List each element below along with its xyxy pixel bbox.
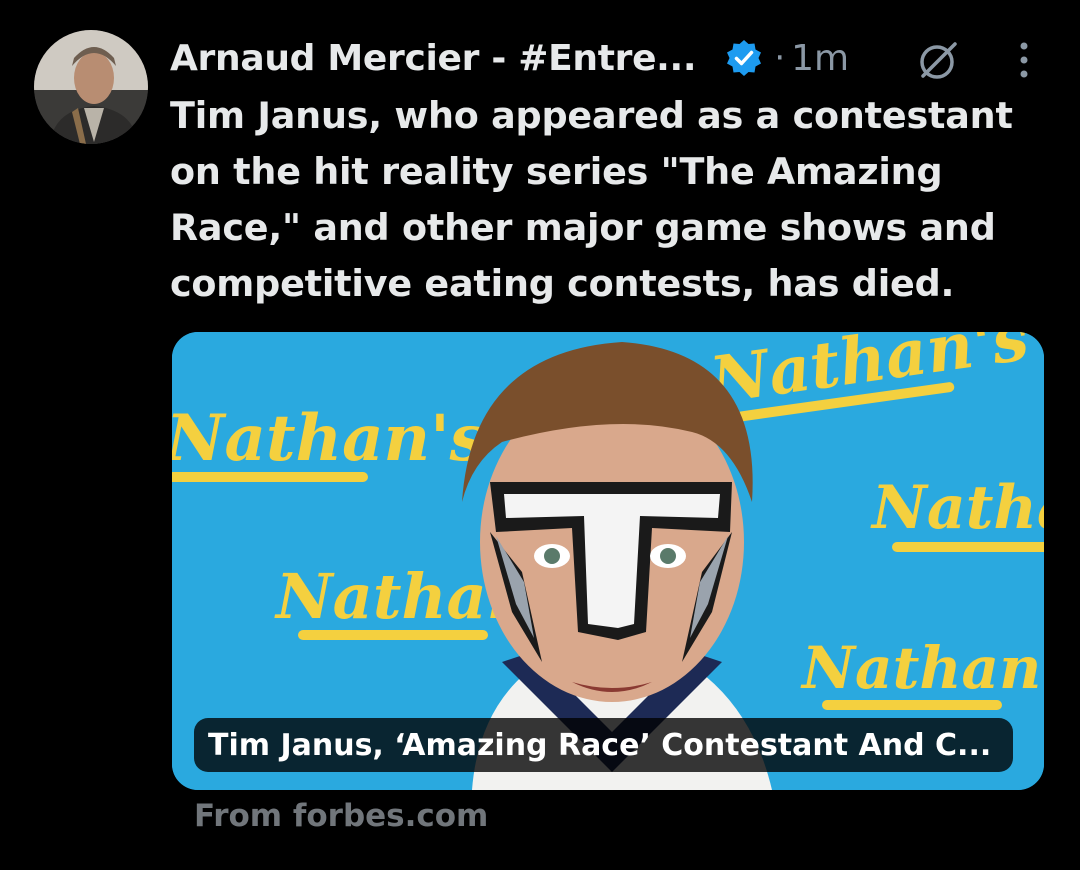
post-header: Arnaud Mercier - #Entre... · 1m [170,30,1050,86]
avatar-image [34,30,148,144]
grok-icon[interactable] [915,36,963,84]
post-text-line: Race," and other major game shows and [170,206,996,249]
banner-logo: Nathan's [800,634,1044,702]
link-card-title[interactable]: Tim Janus, ‘Amazing Race’ Contestant And… [194,718,1014,772]
more-vertical-icon[interactable] [1000,36,1048,84]
author-name[interactable]: Arnaud Mercier - #Entre... [170,38,697,79]
post-text-line: Tim Janus, who appeared as a contestant [170,94,1013,137]
post[interactable]: Arnaud Mercier - #Entre... · 1m Tim Janu… [0,0,1080,870]
avatar[interactable] [34,30,148,144]
banner-logo: Nathan's [172,401,486,476]
separator-dot: · [774,38,786,78]
verified-badge-icon[interactable] [724,38,764,78]
link-card-source[interactable]: From forbes.com [194,798,488,834]
post-text: Tim Janus, who appeared as a contestant … [170,88,1050,312]
post-text-line: on the hit reality series "The Amazing [170,150,943,193]
banner-logo: Nathan's [870,473,1044,543]
link-card[interactable]: Nathan's Nathan's Nathan's Nathan's Nath… [172,332,1044,790]
timestamp[interactable]: 1m [791,38,849,79]
post-text-line: competitive eating contests, has died. [170,262,955,305]
